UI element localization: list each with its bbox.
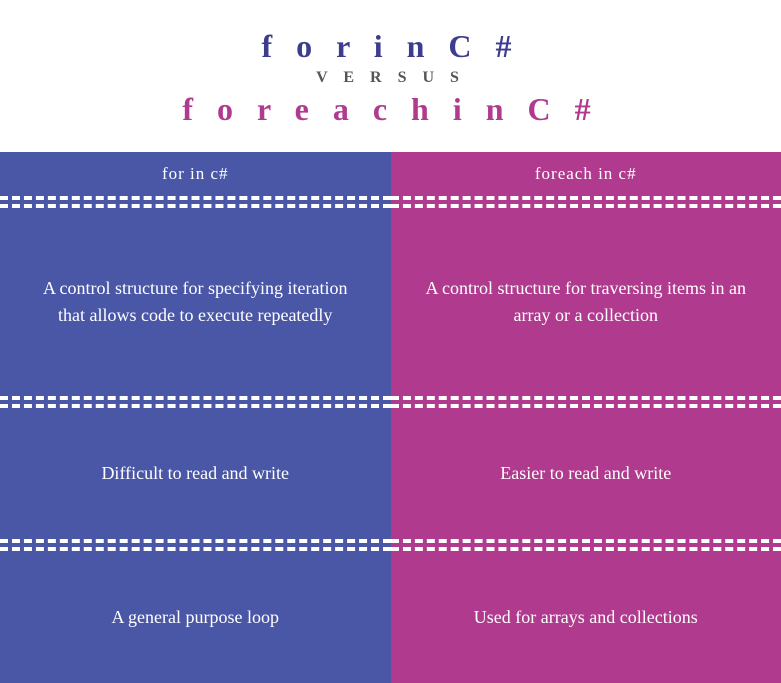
comparison-table: for in c# foreach in c# A control struct…: [0, 152, 781, 683]
cell-right-1: A control structure for traversing items…: [391, 208, 781, 396]
divider-3: [0, 539, 781, 551]
cell-right-3: Used for arrays and collections: [391, 551, 781, 683]
cell-left-3: A general purpose loop: [0, 551, 391, 683]
table-row: A control structure for specifying itera…: [0, 208, 781, 396]
divider-1: [0, 196, 781, 208]
page-header: f o r i n C # V E R S U S f o r e a c h …: [0, 0, 781, 138]
column-headers: for in c# foreach in c#: [0, 152, 781, 196]
cell-right-2: Easier to read and write: [391, 408, 781, 540]
cell-left-1: A control structure for specifying itera…: [0, 208, 391, 396]
table-row: A general purpose loop Used for arrays a…: [0, 551, 781, 683]
table-row: Difficult to read and write Easier to re…: [0, 408, 781, 540]
title-for: f o r i n C #: [20, 28, 761, 65]
title-foreach: f o r e a c h i n C #: [20, 91, 761, 128]
divider-2: [0, 396, 781, 408]
cell-left-2: Difficult to read and write: [0, 408, 391, 540]
versus-label: V E R S U S: [20, 69, 761, 87]
col-header-for: for in c#: [0, 152, 391, 196]
col-header-foreach: foreach in c#: [391, 152, 781, 196]
